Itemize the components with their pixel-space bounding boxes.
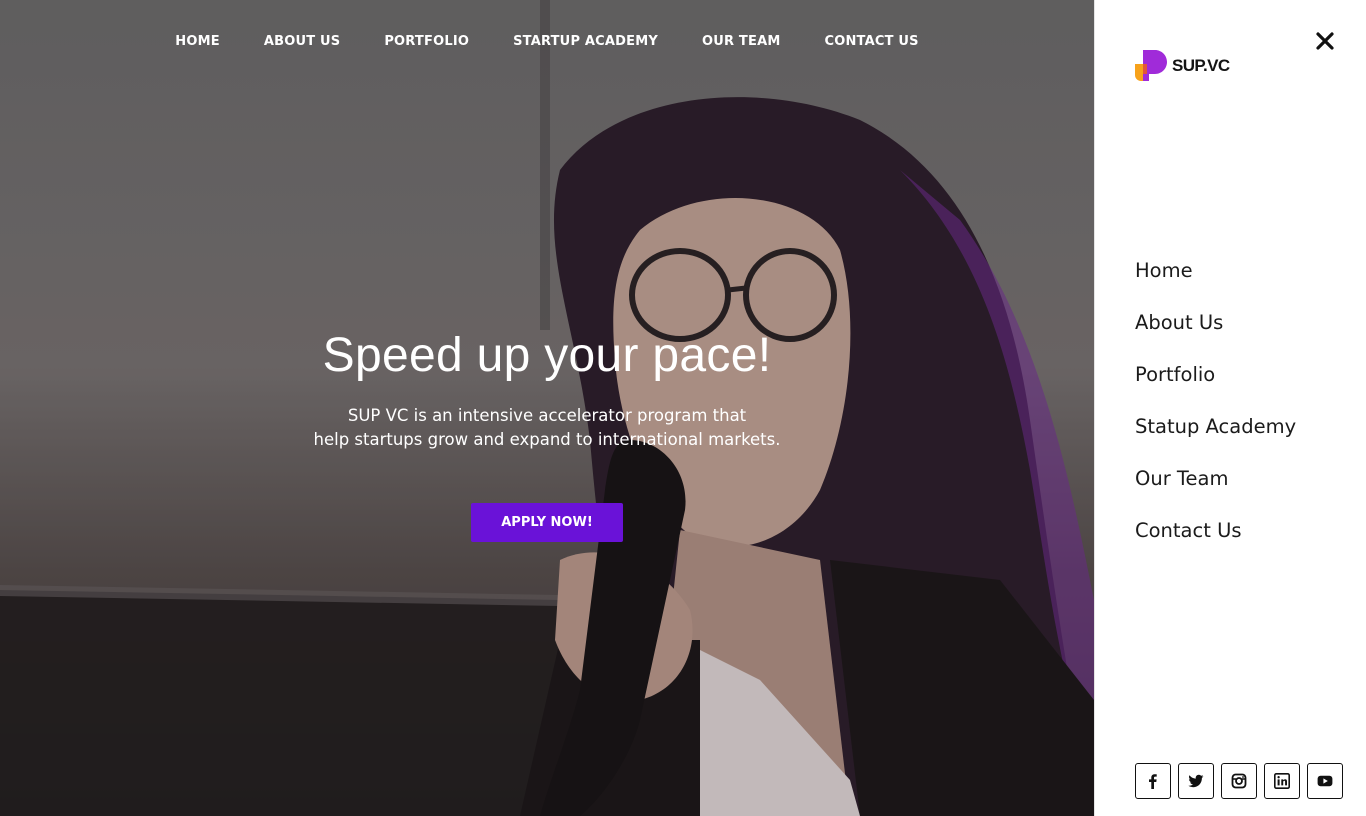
instagram-icon — [1231, 773, 1247, 789]
side-menu: Home About Us Portfolio Statup Academy O… — [1135, 254, 1296, 566]
hero-title: Speed up your pace! — [322, 329, 772, 382]
twitter-icon — [1188, 774, 1204, 788]
hero-section: HOME ABOUT US PORTFOLIO STARTUP ACADEMY … — [0, 0, 1094, 816]
logo-text: SUP.VC — [1172, 55, 1230, 75]
top-navigation: HOME ABOUT US PORTFOLIO STARTUP ACADEMY … — [0, 30, 1094, 53]
facebook-link[interactable] — [1135, 763, 1171, 799]
youtube-link[interactable] — [1307, 763, 1343, 799]
nav-item-portfolio[interactable]: PORTFOLIO — [362, 30, 491, 53]
nav-item-our-team[interactable]: OUR TEAM — [680, 30, 803, 53]
hero-subtitle-line-1: SUP VC is an intensive accelerator progr… — [347, 406, 747, 425]
hero-content: Speed up your pace! SUP VC is an intensi… — [0, 326, 1094, 542]
nav-item-about-us[interactable]: ABOUT US — [242, 30, 363, 53]
side-menu-item-our-team[interactable]: Our Team — [1135, 462, 1296, 514]
facebook-icon — [1149, 774, 1157, 789]
close-icon — [1316, 32, 1334, 50]
logo-mark-icon — [1135, 50, 1167, 81]
instagram-link[interactable] — [1221, 763, 1257, 799]
side-menu-item-statup-academy[interactable]: Statup Academy — [1135, 410, 1296, 462]
side-menu-item-about-us[interactable]: About Us — [1135, 306, 1296, 358]
youtube-icon — [1317, 775, 1333, 787]
side-menu-item-contact-us[interactable]: Contact Us — [1135, 514, 1296, 566]
nav-item-home[interactable]: HOME — [153, 30, 242, 53]
linkedin-link[interactable] — [1264, 763, 1300, 799]
linkedin-icon — [1274, 773, 1290, 789]
twitter-link[interactable] — [1178, 763, 1214, 799]
hero-subtitle-line-2: help startups grow and expand to interna… — [313, 430, 781, 449]
close-button[interactable] — [1312, 28, 1338, 54]
nav-item-contact-us[interactable]: CONTACT US — [802, 30, 940, 53]
hero-subtitle: SUP VC is an intensive accelerator progr… — [0, 404, 1094, 452]
social-links — [1135, 763, 1343, 799]
apply-now-button[interactable]: APPLY NOW! — [471, 503, 623, 542]
side-menu-panel: SUP.VC Home About Us Portfolio Statup Ac… — [1094, 0, 1366, 816]
side-menu-item-home[interactable]: Home — [1135, 254, 1296, 306]
logo[interactable]: SUP.VC — [1135, 50, 1230, 81]
side-menu-item-portfolio[interactable]: Portfolio — [1135, 358, 1296, 410]
nav-item-startup-academy[interactable]: STARTUP ACADEMY — [491, 30, 680, 53]
